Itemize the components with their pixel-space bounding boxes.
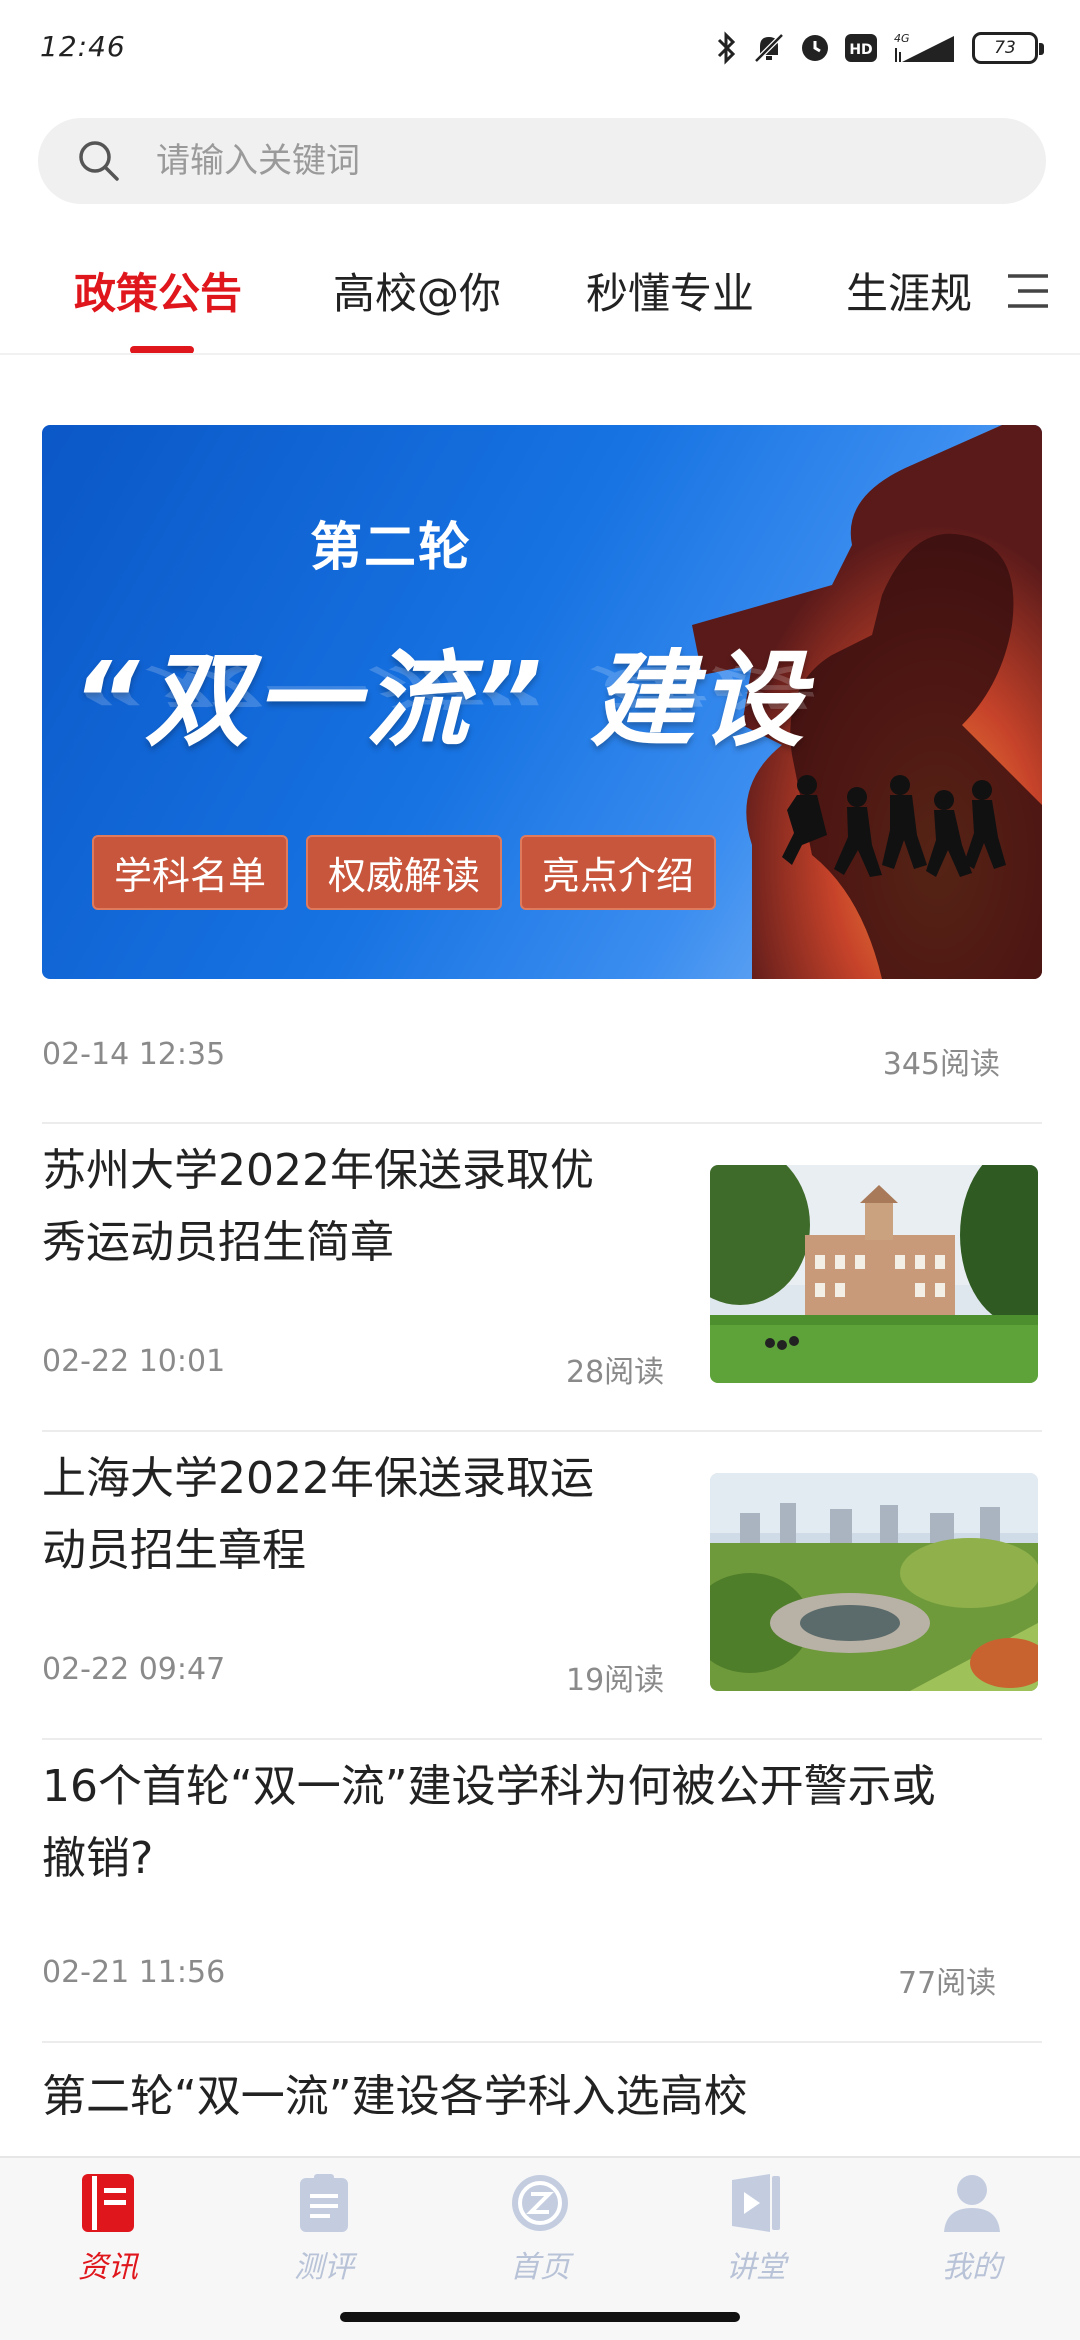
tab-universities[interactable]: 高校@你 (333, 260, 501, 321)
article-title-line: 上海大学2022年保送录取运 (42, 1453, 594, 1504)
search-bar[interactable] (38, 118, 1046, 204)
article-read-count: 19阅读 (566, 1663, 665, 1698)
tab-career[interactable]: 生涯规 (846, 260, 972, 321)
divider (42, 2041, 1042, 2043)
article-title-line: 第二轮“双一流”建设各学科入选高校 (42, 2071, 748, 2122)
app-screen: 12:46 HD 4G 73 政策公告 高校@你 秒懂专业 生涯规 (0, 0, 1080, 2340)
active-tab-indicator (130, 346, 194, 353)
campus-lawn-image (710, 1165, 1038, 1383)
article-title: 上海大学2022年保送录取运 动员招生章程 (42, 1443, 662, 1587)
article-thumbnail (710, 1473, 1038, 1691)
banner-read-count: 345阅读 (882, 1047, 1000, 1082)
nav-assessment[interactable]: 测评 (264, 2172, 384, 2302)
menu-icon[interactable] (1002, 270, 1050, 312)
nav-label: 讲堂 (726, 2250, 786, 2285)
hd-icon: HD (845, 34, 877, 62)
banner-tags: 学科名单 权威解读 亮点介绍 (92, 835, 717, 910)
article-date: 02-22 10:01 (42, 1344, 226, 1379)
banner-tag: 权威解读 (306, 835, 503, 910)
nav-label: 首页 (510, 2250, 570, 2285)
banner-tag: 亮点介绍 (520, 835, 717, 910)
article-title: 16个首轮“双一流”建设学科为何被公开警示或 撤销? (42, 1751, 1042, 1895)
article-title: 苏州大学2022年保送录取优 秀运动员招生简章 (42, 1135, 662, 1279)
divider (42, 1122, 1042, 1124)
nav-profile[interactable]: 我的 (912, 2172, 1032, 2302)
battery-level: 73 (994, 38, 1016, 58)
nav-lecture[interactable]: 讲堂 (696, 2172, 816, 2302)
nav-label: 我的 (942, 2250, 1002, 2285)
search-input[interactable] (156, 118, 1016, 204)
article-date: 02-22 09:47 (42, 1652, 226, 1687)
status-bar: 12:46 HD 4G 73 (0, 0, 1080, 96)
clipboard-icon (300, 2174, 348, 2232)
tab-policy[interactable]: 政策公告 (74, 260, 242, 321)
banner-tag: 学科名单 (92, 835, 289, 910)
banner-date: 02-14 12:35 (42, 1037, 226, 1072)
article-thumbnail (710, 1165, 1038, 1383)
search-icon (79, 141, 119, 181)
article-title-line: 苏州大学2022年保送录取优 (42, 1145, 594, 1196)
tab-majors[interactable]: 秒懂专业 (586, 260, 754, 321)
article-read-count: 28阅读 (566, 1355, 665, 1390)
news-book-icon (82, 2174, 134, 2232)
network-type-label: 4G (894, 32, 910, 45)
home-indicator[interactable] (340, 2312, 740, 2322)
home-logo-icon (512, 2175, 568, 2231)
divider (42, 1430, 1042, 1432)
article-date: 02-21 11:56 (42, 1955, 226, 1990)
battery-icon: 73 (972, 32, 1044, 64)
video-play-icon (732, 2174, 780, 2232)
status-icons: HD 4G 73 (716, 26, 1044, 70)
article-title-line: 撤销? (42, 1833, 154, 1884)
bluetooth-icon (717, 31, 736, 65)
article-title: 第二轮“双一流”建设各学科入选高校 (42, 2061, 1042, 2133)
article-title-line: 16个首轮“双一流”建设学科为何被公开警示或 (42, 1761, 936, 1812)
article-title-line: 动员招生章程 (42, 1525, 306, 1576)
divider (42, 1738, 1042, 1740)
banner-subtitle: 第二轮 (310, 518, 473, 578)
article-read-count: 77阅读 (898, 1966, 997, 2001)
nav-label: 资讯 (78, 2250, 138, 2285)
featured-banner[interactable]: 第二轮 “双一流” 建设 “双一流” 建设 学科名单 权威解读 亮点介绍 (42, 425, 1042, 979)
category-tabs: 政策公告 高校@你 秒懂专业 生涯规 (0, 230, 1080, 355)
status-time: 12:46 (40, 30, 126, 63)
article-title-line: 秀运动员招生简章 (42, 1217, 394, 1268)
svg-text:HD: HD (849, 42, 872, 58)
user-icon (944, 2175, 1000, 2232)
signal-icon: 4G (894, 32, 954, 62)
nav-home[interactable]: 首页 (480, 2172, 600, 2302)
nav-label: 测评 (294, 2250, 354, 2285)
banner-title-reflection: “双一流” 建设 (72, 659, 811, 715)
campus-aerial-image (710, 1473, 1038, 1691)
nav-news[interactable]: 资讯 (48, 2172, 168, 2302)
mute-bell-icon (754, 33, 784, 63)
alarm-clock-icon (802, 35, 828, 61)
